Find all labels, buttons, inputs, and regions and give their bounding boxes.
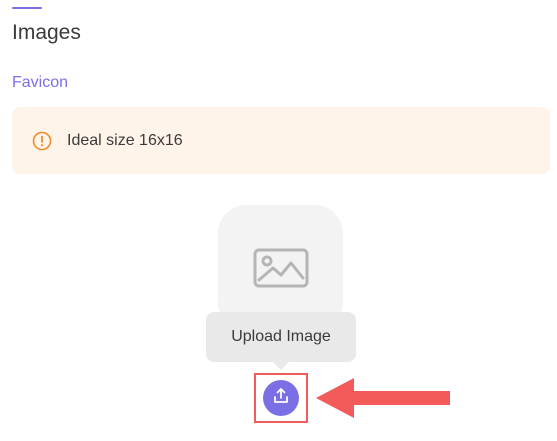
alert-text: Ideal size 16x16 [67, 131, 183, 149]
section-accent-bar [12, 7, 42, 9]
size-hint-alert: Ideal size 16x16 [12, 107, 550, 174]
page: Images Favicon Ideal size 16x16 Upload I… [0, 0, 557, 441]
section-title: Images [12, 21, 81, 44]
pointer-arrow [316, 378, 450, 418]
upload-tooltip: Upload Image [206, 312, 356, 362]
tooltip-caret [273, 362, 289, 370]
upload-image-button[interactable] [263, 380, 299, 416]
image-icon [253, 248, 309, 293]
upload-icon [272, 387, 290, 410]
favicon-label: Favicon [12, 74, 69, 91]
info-circle-icon [32, 131, 52, 151]
